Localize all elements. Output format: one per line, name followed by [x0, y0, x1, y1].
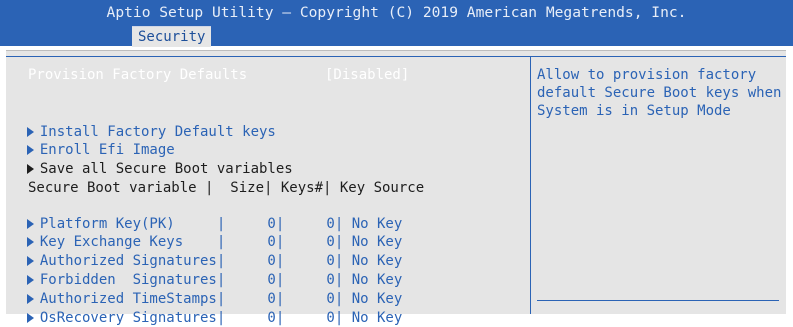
- secure-boot-table-header: Secure Boot variable | Size| Keys#| Key …: [28, 180, 425, 196]
- panel-frame-line: [6, 56, 786, 57]
- help-bottom-divider: [537, 300, 779, 301]
- save-secure-boot-variables-label: Save all Secure Boot variables: [39, 161, 293, 177]
- tab-security[interactable]: Security: [132, 26, 212, 47]
- provision-factory-defaults-label[interactable]: Provision Factory Defaults: [28, 66, 247, 84]
- app-title: Aptio Setup Utility – Copyright (C) 2019…: [106, 4, 687, 21]
- submenu-arrow-icon: [26, 164, 34, 174]
- submenu-arrow-icon: [26, 313, 34, 323]
- provision-factory-defaults-value[interactable]: [Disabled]: [325, 66, 409, 84]
- table-row-text: OsRecovery Signatures| 0| 0| No Key: [39, 310, 403, 326]
- table-row[interactable]: OsRecovery Signatures| 0| 0| No Key: [10, 291, 402, 327]
- title-bar: Aptio Setup Utility – Copyright (C) 2019…: [0, 0, 793, 47]
- save-secure-boot-variables-item[interactable]: Save all Secure Boot variables: [10, 142, 293, 178]
- help-divider: [530, 56, 531, 314]
- help-text: Allow to provision factory default Secur…: [537, 67, 782, 119]
